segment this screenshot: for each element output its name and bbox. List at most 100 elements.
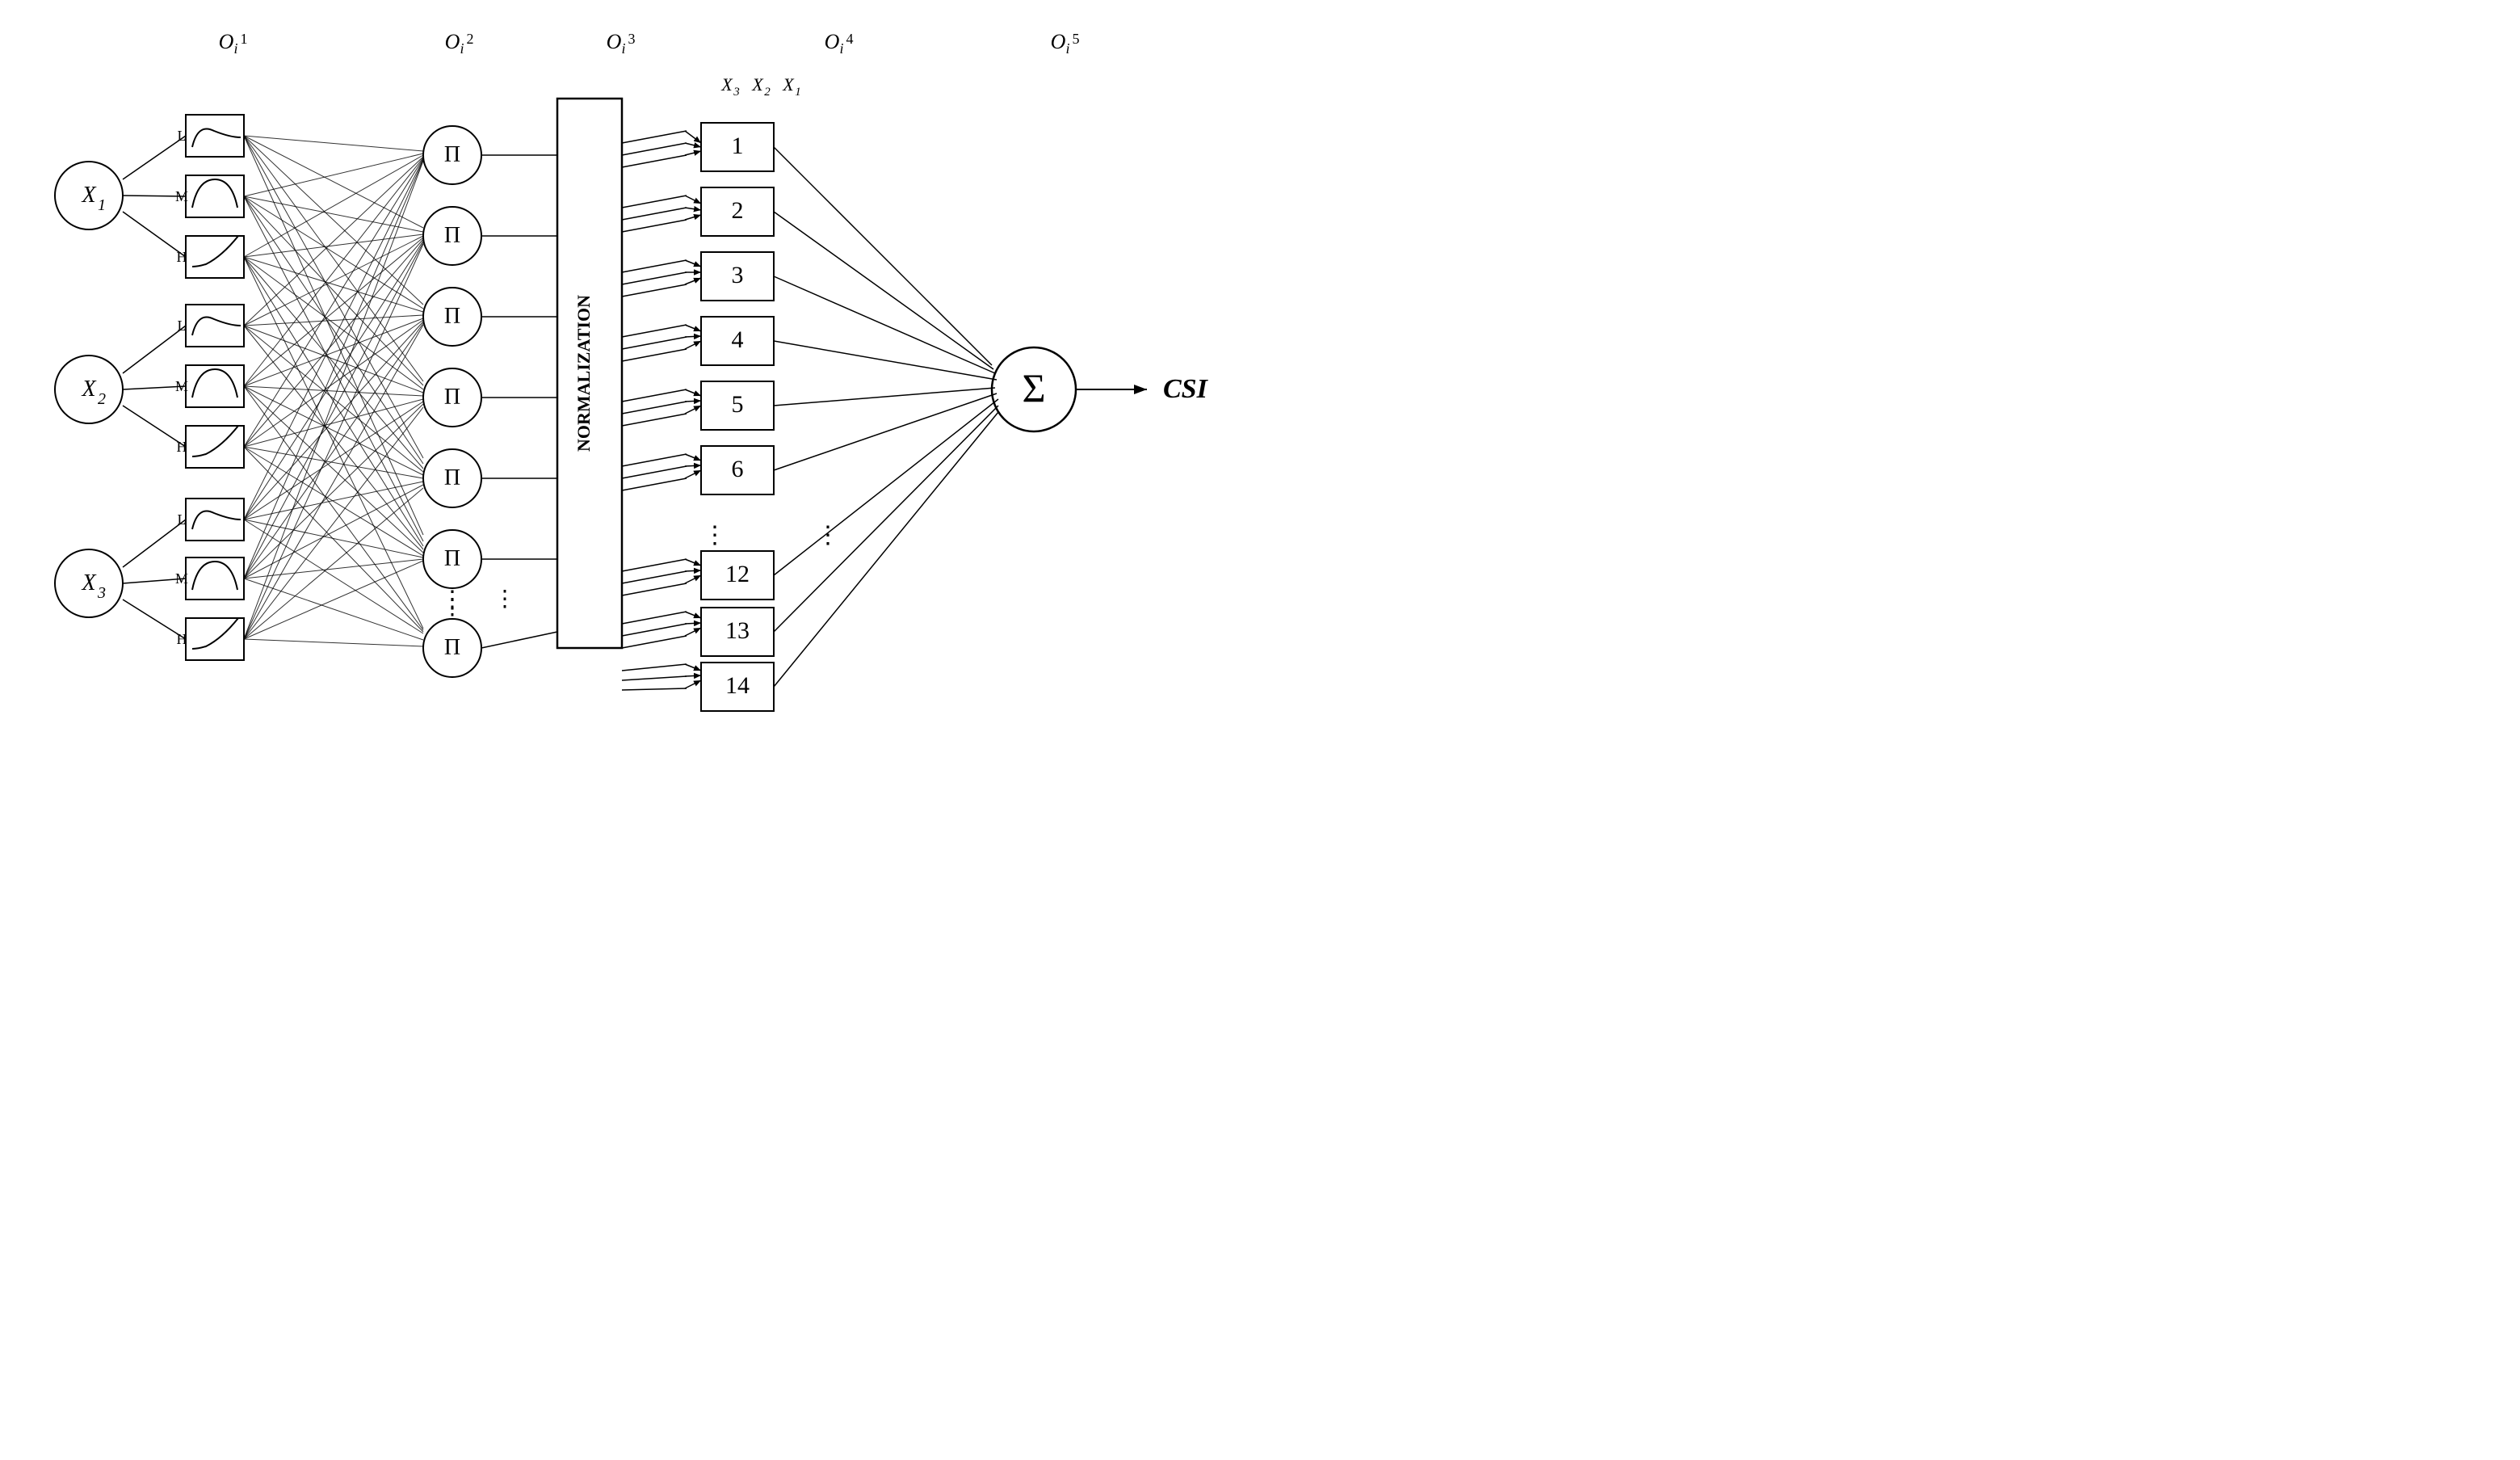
mf-rule-line [244, 323, 423, 579]
mf-rule-line [244, 136, 423, 305]
line-x2-L [123, 326, 186, 373]
mf-rule-line [244, 196, 423, 385]
layer5-label: O [1051, 30, 1066, 53]
arrow-6a [685, 454, 701, 461]
out-sum-line-1 [774, 147, 992, 365]
arrow-14a [685, 664, 701, 671]
norm-out-line-5a [622, 389, 687, 402]
mf-rule-line [244, 257, 423, 629]
arrow-6b [685, 465, 701, 466]
mf-rule-line [244, 241, 423, 520]
output-csi-label: CSI [1163, 374, 1209, 404]
arrow-4b [685, 336, 701, 337]
mf-rule-line [244, 325, 423, 639]
norm-out-line-6c [622, 478, 687, 490]
mf-rule-line [244, 559, 423, 579]
norm-out-line-2a [622, 196, 687, 208]
layer3-sub: i [621, 40, 625, 57]
arrow-3c [685, 278, 701, 284]
mf-rule-line [244, 404, 423, 579]
mf-rule-line [244, 482, 423, 520]
mf-rule-line [244, 485, 423, 579]
rule-node-1-label: Π [444, 142, 460, 167]
layer2-sub: i [460, 40, 464, 57]
layer5-sup: 5 [1073, 31, 1080, 47]
arrow-5a [685, 389, 701, 396]
x2-label-top: X [751, 74, 764, 95]
mf-rule-line [244, 257, 423, 546]
norm-out-line-12b [622, 571, 687, 583]
dots-middle-1: ⋮ [703, 522, 727, 549]
layer4-label: O [825, 30, 840, 53]
diagram-container: O i 1 O i 2 O i 3 O i 4 X 3 X 2 X 1 O i … [24, 18, 1236, 713]
rule-node-5-label: Π [444, 465, 460, 490]
input-x2-sub: 2 [98, 390, 106, 408]
x3-sub-top: 3 [733, 86, 740, 99]
output-box-14-label: 14 [725, 672, 750, 699]
input-x1-label: X [81, 183, 96, 208]
rule-node-6-label: Π [444, 546, 460, 571]
arrow-5b [685, 401, 701, 402]
line-x3-L [123, 520, 186, 567]
norm-out-line-1c [622, 155, 687, 167]
arrow-4a [685, 325, 701, 331]
input-x1-sub: 1 [98, 196, 106, 214]
mf-rule-line [244, 639, 423, 646]
mf-rule-line [244, 196, 423, 464]
output-box-13-label: 13 [725, 617, 750, 644]
rule-node-3-label: Π [444, 304, 460, 329]
arrow-13b [685, 623, 701, 624]
normalization-label: NORMALIZATION [573, 295, 594, 452]
mf-rule-line [244, 579, 423, 640]
output-box-1-label: 1 [732, 133, 744, 159]
rule-node-4-label: Π [444, 385, 460, 410]
mf-rule-line [244, 386, 423, 396]
output-box-4-label: 4 [732, 326, 744, 353]
arrow-12b [685, 570, 701, 571]
arrow-1c [685, 151, 701, 155]
norm-out-line-14a [622, 664, 687, 671]
layer1-sub: i [233, 40, 237, 57]
norm-out-line-1b [622, 143, 687, 155]
rule-norm-line-7 [481, 632, 557, 648]
arrow-2a [685, 196, 701, 204]
arrow-3a [685, 260, 701, 267]
arrow-14b [685, 675, 701, 676]
mf-rule-line [244, 257, 423, 469]
input-x2-label: X [81, 377, 96, 402]
mf-x3-H-box [186, 618, 244, 660]
mf-x1-H-box [186, 236, 244, 278]
mf-rule-line [244, 257, 423, 312]
arrow-4c [685, 341, 701, 349]
norm-out-line-5c [622, 414, 687, 426]
norm-out-line-12a [622, 559, 687, 571]
arrow-14c [685, 680, 701, 688]
output-box-3-label: 3 [732, 262, 744, 288]
norm-out-line-1a [622, 131, 687, 143]
norm-out-line-5b [622, 402, 687, 414]
x2-sub-top: 2 [764, 86, 771, 99]
x3-label-top: X [720, 74, 733, 95]
rule-node-2-label: Π [444, 223, 460, 248]
layer4-sup: 4 [846, 31, 854, 47]
norm-out-line-14c [622, 688, 687, 690]
norm-out-line-13b [622, 624, 687, 636]
mf-rule-line [244, 326, 423, 472]
norm-out-line-3b [622, 272, 687, 284]
norm-out-line-3a [622, 260, 687, 272]
layer5-sub: i [1065, 40, 1069, 57]
norm-out-line-14b [622, 676, 687, 680]
out-sum-line-4 [774, 341, 997, 380]
arrow-1b [685, 143, 701, 147]
mid-dots: ⋮ [494, 587, 516, 612]
layer3-sup: 3 [628, 31, 636, 47]
mf-rule-line [244, 239, 423, 447]
norm-out-line-6b [622, 466, 687, 478]
norm-out-line-4a [622, 325, 687, 337]
arrow-2c [685, 215, 701, 220]
norm-out-line-2b [622, 208, 687, 220]
arrow-12c [685, 575, 701, 583]
layer2-sup: 2 [467, 31, 474, 47]
line-x2-H [123, 406, 186, 447]
arrow-5c [685, 406, 701, 414]
